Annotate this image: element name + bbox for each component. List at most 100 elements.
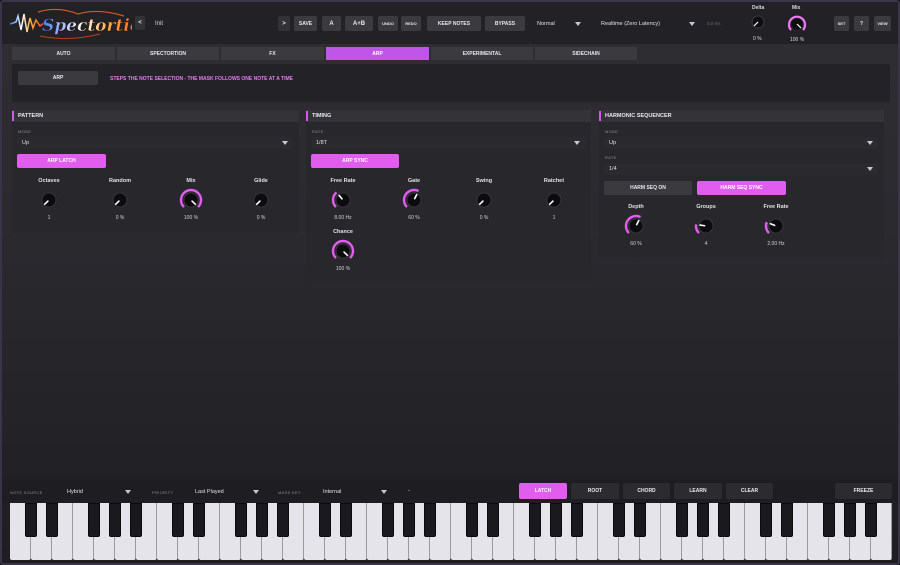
piano-keyboard[interactable] bbox=[10, 503, 892, 560]
tab-spectortion[interactable]: SPECTORTION bbox=[117, 47, 219, 60]
chord-button[interactable]: CHORD bbox=[623, 483, 670, 499]
black-key[interactable] bbox=[423, 503, 437, 537]
black-key[interactable] bbox=[402, 503, 416, 537]
black-key[interactable] bbox=[843, 503, 857, 537]
harm-seq-sync-button[interactable]: HARM SEQ SYNC bbox=[697, 181, 786, 195]
knob-dial[interactable] bbox=[331, 188, 355, 212]
black-key[interactable] bbox=[717, 503, 731, 537]
delta-knob[interactable] bbox=[750, 14, 766, 30]
pattern-random-knob[interactable]: Random 0 % bbox=[100, 178, 140, 221]
black-key[interactable] bbox=[87, 503, 101, 537]
pattern-mode-select[interactable]: Up bbox=[17, 137, 293, 149]
note-source-select[interactable]: Hybrid bbox=[62, 486, 136, 498]
black-key[interactable] bbox=[696, 503, 710, 537]
knob-dial[interactable] bbox=[694, 214, 718, 238]
knob-dial[interactable] bbox=[624, 214, 648, 238]
mode-select[interactable]: Normal bbox=[532, 18, 586, 30]
mask-key-select[interactable]: Internal bbox=[318, 486, 392, 498]
clear-button[interactable]: CLEAR bbox=[726, 483, 773, 499]
black-key[interactable] bbox=[822, 503, 836, 537]
keep-notes-button[interactable]: KEEP NOTES bbox=[427, 16, 481, 31]
black-key[interactable] bbox=[759, 503, 773, 537]
mix-knob[interactable] bbox=[786, 13, 808, 35]
timing-rate-select[interactable]: 1/8T bbox=[311, 137, 585, 149]
knob-dial[interactable] bbox=[37, 188, 61, 212]
pattern-mix-knob[interactable]: Mix 100 % bbox=[171, 178, 211, 221]
black-key[interactable] bbox=[612, 503, 626, 537]
help-button[interactable]: ? bbox=[854, 16, 869, 31]
next-preset-button[interactable]: > bbox=[278, 16, 290, 31]
bypass-button[interactable]: BYPASS bbox=[485, 16, 525, 31]
black-key[interactable] bbox=[465, 503, 479, 537]
black-key[interactable] bbox=[528, 503, 542, 537]
panel-accent-mark bbox=[306, 111, 308, 121]
black-key[interactable] bbox=[381, 503, 395, 537]
freeze-button[interactable]: FREEZE bbox=[835, 483, 892, 499]
harmonic-mode-select[interactable]: Up bbox=[604, 137, 878, 149]
knob-dial[interactable] bbox=[108, 188, 132, 212]
redo-button[interactable]: REDO bbox=[401, 16, 421, 31]
black-key[interactable] bbox=[339, 503, 353, 537]
view-button[interactable]: VIEW bbox=[874, 16, 891, 31]
knob-dial[interactable] bbox=[472, 188, 496, 212]
tab-fx[interactable]: FX bbox=[221, 47, 324, 60]
black-key[interactable] bbox=[633, 503, 647, 537]
mask-key-label: MASK KEY bbox=[278, 490, 301, 495]
knob-dial[interactable] bbox=[249, 188, 273, 212]
a-button[interactable]: A bbox=[322, 16, 341, 31]
black-key[interactable] bbox=[675, 503, 689, 537]
harmonic-rate-value: 1/4 bbox=[609, 166, 617, 172]
latch-button[interactable]: LATCH bbox=[519, 483, 567, 499]
settings-button[interactable]: SET bbox=[834, 16, 849, 31]
harmonic-free-rate-knob[interactable]: Free Rate 2.00 Hz bbox=[756, 204, 796, 247]
pattern-glide-knob[interactable]: Glide 0 % bbox=[241, 178, 281, 221]
black-key[interactable] bbox=[780, 503, 794, 537]
timing-chance-knob[interactable]: Chance 100 % bbox=[323, 229, 363, 272]
timing-free-rate-knob[interactable]: Free Rate 8.00 Hz bbox=[323, 178, 363, 221]
harmonic-groups-knob[interactable]: Groups 4 bbox=[686, 204, 726, 247]
knob-dial[interactable] bbox=[179, 188, 203, 212]
panel-accent-mark bbox=[599, 111, 601, 121]
timing-ratchet-knob[interactable]: Ratchet 1 bbox=[534, 178, 574, 221]
black-key[interactable] bbox=[129, 503, 143, 537]
root-button[interactable]: ROOT bbox=[571, 483, 619, 499]
tab-experimental[interactable]: EXPERIMENTAL bbox=[431, 47, 533, 60]
black-key[interactable] bbox=[549, 503, 563, 537]
black-key[interactable] bbox=[570, 503, 584, 537]
tab-sidechain[interactable]: SIDECHAIN bbox=[535, 47, 637, 60]
black-key[interactable] bbox=[45, 503, 59, 537]
arp-sync-button[interactable]: ARP SYNC bbox=[311, 154, 399, 168]
black-key[interactable] bbox=[486, 503, 500, 537]
knob-dial[interactable] bbox=[402, 188, 426, 212]
save-button[interactable]: SAVE bbox=[294, 16, 317, 31]
harmonic-depth-knob[interactable]: Depth 60 % bbox=[616, 204, 656, 247]
black-key[interactable] bbox=[234, 503, 248, 537]
black-key[interactable] bbox=[192, 503, 206, 537]
prev-preset-button[interactable]: < bbox=[135, 16, 145, 30]
black-key[interactable] bbox=[255, 503, 269, 537]
knob-dial[interactable] bbox=[331, 239, 355, 263]
learn-button[interactable]: LEARN bbox=[674, 483, 722, 499]
latency-select[interactable]: Realtime (Zero Latency) bbox=[596, 18, 700, 30]
timing-gate-knob[interactable]: Gate 60 % bbox=[394, 178, 434, 221]
black-key[interactable] bbox=[108, 503, 122, 537]
black-key[interactable] bbox=[864, 503, 878, 537]
tab-arp[interactable]: ARP bbox=[326, 47, 429, 60]
ab-button[interactable]: A+B bbox=[345, 16, 373, 31]
preset-name[interactable]: Init bbox=[155, 21, 163, 27]
priority-select[interactable]: Last Played bbox=[190, 486, 264, 498]
undo-button[interactable]: UNDO bbox=[378, 16, 398, 31]
harm-seq-on-button[interactable]: HARM SEQ ON bbox=[604, 181, 692, 195]
knob-dial[interactable] bbox=[764, 214, 788, 238]
pattern-octaves-knob[interactable]: Octaves 1 bbox=[29, 178, 69, 221]
black-key[interactable] bbox=[171, 503, 185, 537]
knob-dial[interactable] bbox=[542, 188, 566, 212]
arp-latch-button[interactable]: ARP LATCH bbox=[17, 154, 106, 168]
black-key[interactable] bbox=[276, 503, 290, 537]
tab-auto[interactable]: AUTO bbox=[12, 47, 115, 60]
timing-swing-knob[interactable]: Swing 0 % bbox=[464, 178, 504, 221]
harmonic-rate-select[interactable]: 1/4 bbox=[604, 163, 878, 175]
arp-mode-button[interactable]: ARP bbox=[18, 71, 98, 85]
black-key[interactable] bbox=[318, 503, 332, 537]
black-key[interactable] bbox=[24, 503, 38, 537]
